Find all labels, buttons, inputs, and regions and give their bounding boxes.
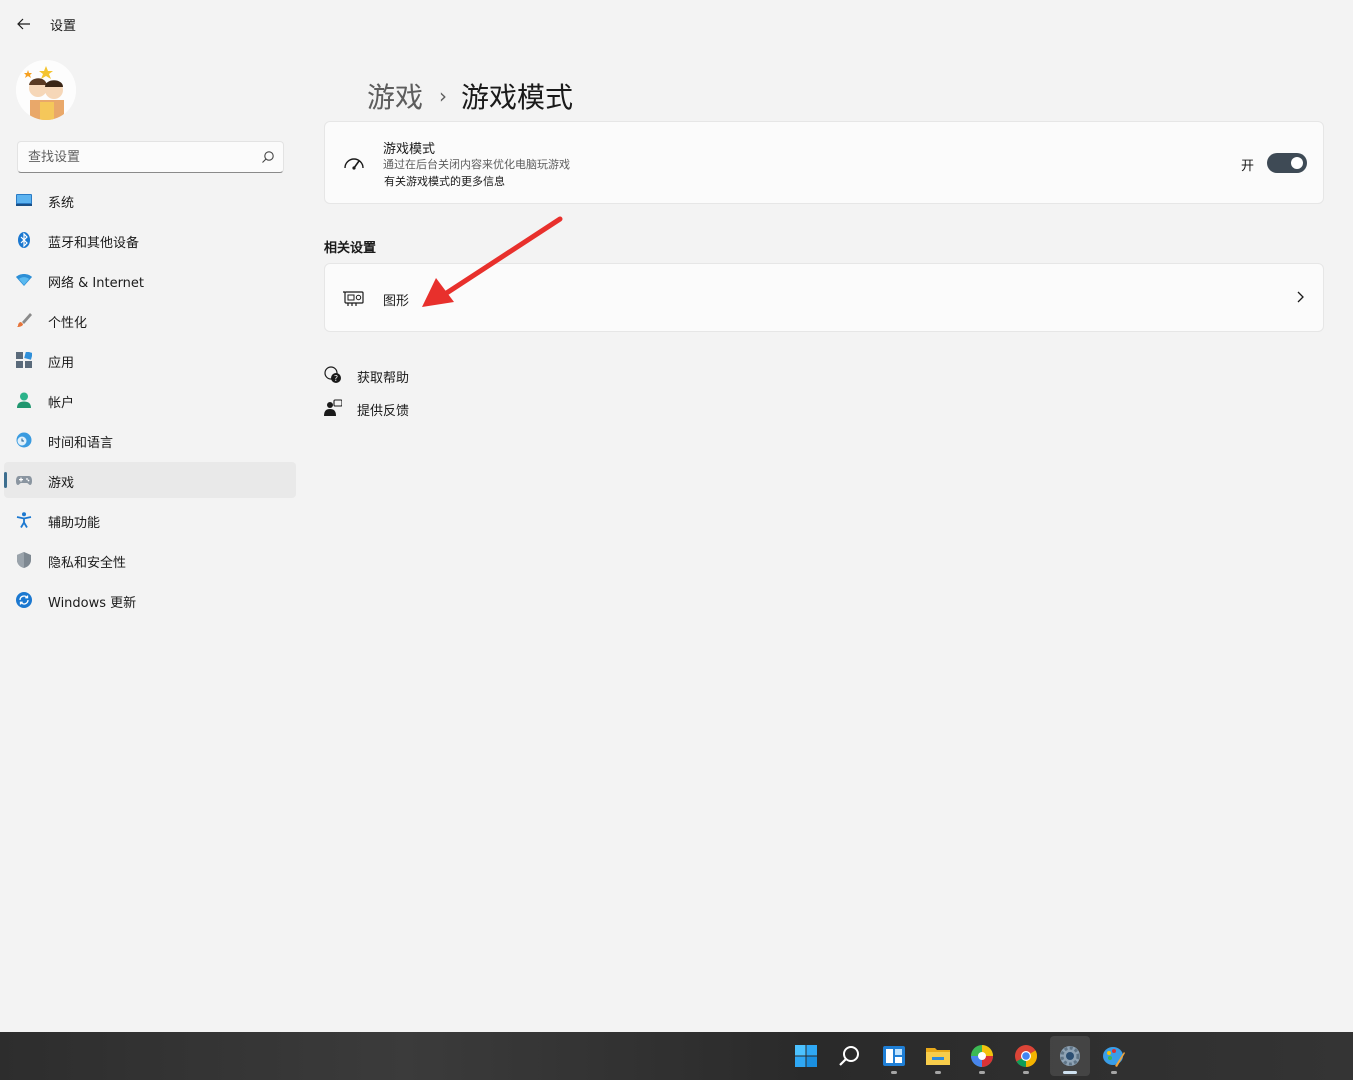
- breadcrumb: 游戏 › 游戏模式: [367, 76, 573, 116]
- sidebar-item-label: 系统: [48, 196, 75, 211]
- search-icon: [839, 1046, 859, 1066]
- search-box[interactable]: [17, 141, 284, 173]
- running-indicator: [891, 1071, 897, 1074]
- running-indicator: [979, 1071, 985, 1074]
- taskbar-widgets-button[interactable]: [874, 1036, 914, 1076]
- update-icon: [16, 592, 32, 608]
- sidebar-item-accessibility[interactable]: 辅助功能: [4, 502, 296, 538]
- svg-text:?: ?: [334, 374, 338, 383]
- settings-icon: [1060, 1046, 1080, 1066]
- toggle-state-label: 开: [1241, 159, 1255, 174]
- sidebar-item-network[interactable]: 网络 & Internet: [4, 262, 296, 298]
- game-mode-info-link[interactable]: 有关游戏模式的更多信息: [384, 173, 505, 189]
- sidebar-item-label: 隐私和安全性: [48, 556, 127, 571]
- taskbar-pinwheel-app-button[interactable]: [962, 1036, 1002, 1076]
- app-title: 设置: [50, 19, 77, 34]
- chevron-right-icon: [1297, 291, 1304, 303]
- back-arrow-icon: [17, 18, 30, 30]
- taskbar-settings-button[interactable]: [1050, 1036, 1090, 1076]
- file-explorer-icon: [926, 1048, 950, 1065]
- graphics-card-icon: [343, 291, 364, 306]
- sidebar-item-accounts[interactable]: 帐户: [4, 382, 296, 418]
- get-help-link[interactable]: ? 获取帮助: [324, 365, 444, 386]
- active-indicator: [1063, 1071, 1077, 1074]
- sidebar-item-label: 网络 & Internet: [48, 276, 145, 291]
- back-button[interactable]: [10, 12, 38, 36]
- widgets-icon: [883, 1046, 905, 1066]
- game-mode-card: 游戏模式 通过在后台关闭内容来优化电脑玩游戏 有关游戏模式的更多信息 开: [324, 121, 1324, 204]
- sidebar-item-gaming[interactable]: 游戏: [4, 462, 296, 498]
- taskbar-chrome-button[interactable]: [1006, 1036, 1046, 1076]
- sidebar-item-label: 时间和语言: [48, 436, 114, 451]
- shield-icon: [17, 552, 31, 568]
- feedback-link[interactable]: 提供反馈: [324, 398, 444, 419]
- sidebar-nav: 系统 蓝牙和其他设备 网络 & Internet 个性化 应用 帐户 时间和语言…: [4, 182, 296, 622]
- feedback-label: 提供反馈: [357, 404, 410, 419]
- breadcrumb-separator: ›: [439, 84, 448, 108]
- accessibility-icon: [16, 512, 32, 528]
- globe-clock-icon: [16, 432, 32, 448]
- search-icon[interactable]: [261, 150, 275, 164]
- sidebar-item-system[interactable]: 系统: [4, 182, 296, 218]
- sidebar-item-privacy[interactable]: 隐私和安全性: [4, 542, 296, 578]
- game-mode-description: 通过在后台关闭内容来优化电脑玩游戏: [383, 158, 570, 171]
- sidebar-item-bluetooth[interactable]: 蓝牙和其他设备: [4, 222, 296, 258]
- brush-icon: [17, 313, 32, 327]
- wifi-icon: [16, 274, 32, 286]
- start-icon: [795, 1045, 817, 1067]
- page-title: 游戏模式: [461, 81, 574, 114]
- taskbar-start-button[interactable]: [786, 1036, 826, 1076]
- sidebar-item-windows-update[interactable]: Windows 更新: [4, 582, 296, 618]
- sidebar-item-label: 蓝牙和其他设备: [48, 236, 140, 251]
- apps-icon: [16, 352, 32, 368]
- sidebar-item-label: 辅助功能: [48, 516, 101, 531]
- avatar-image: [16, 60, 76, 120]
- get-help-label: 获取帮助: [357, 371, 410, 386]
- title-bar: 设置: [0, 0, 1353, 48]
- sidebar-item-label: 游戏: [48, 476, 75, 491]
- running-indicator: [935, 1071, 941, 1074]
- sidebar-item-label: 个性化: [48, 316, 88, 331]
- avatar[interactable]: [16, 60, 76, 120]
- sidebar-item-personalization[interactable]: 个性化: [4, 302, 296, 338]
- breadcrumb-parent[interactable]: 游戏: [367, 76, 423, 116]
- sidebar-item-apps[interactable]: 应用: [4, 342, 296, 378]
- taskbar: [0, 1032, 1353, 1080]
- gamepad-icon: [16, 476, 32, 485]
- graphics-label: 图形: [383, 294, 410, 309]
- running-indicator: [1023, 1071, 1029, 1074]
- annotation-arrow: [422, 216, 563, 307]
- bluetooth-icon: [18, 232, 30, 248]
- paint-icon: [1103, 1047, 1125, 1067]
- sidebar-item-time-language[interactable]: 时间和语言: [4, 422, 296, 458]
- running-indicator: [1111, 1071, 1117, 1074]
- monitor-icon: [16, 194, 32, 206]
- sidebar-item-label: 应用: [48, 356, 75, 371]
- pinwheel-app-icon: [971, 1045, 993, 1067]
- sidebar-item-label: Windows 更新: [48, 596, 137, 611]
- taskbar-paint-button[interactable]: [1094, 1036, 1134, 1076]
- sidebar-item-label: 帐户: [48, 396, 75, 411]
- taskbar-file-explorer-button[interactable]: [918, 1036, 958, 1076]
- search-input[interactable]: [18, 142, 253, 172]
- person-icon: [17, 392, 31, 408]
- taskbar-search-button[interactable]: [830, 1036, 870, 1076]
- game-mode-title: 游戏模式: [383, 142, 436, 157]
- related-settings-heading: 相关设置: [324, 241, 377, 256]
- speedometer-icon: [344, 158, 364, 170]
- feedback-icon: [324, 399, 342, 416]
- chrome-icon: [1015, 1045, 1037, 1067]
- game-mode-toggle[interactable]: [1267, 153, 1307, 173]
- help-chat-icon: ?: [324, 366, 341, 383]
